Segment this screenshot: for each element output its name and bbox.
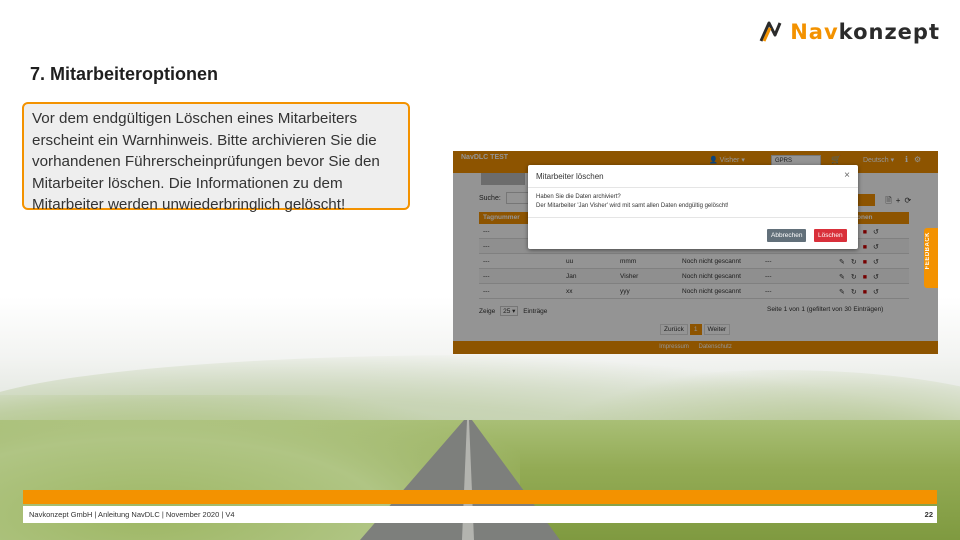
dialog-title: Mitarbeiter löschen xyxy=(536,172,604,181)
dialog-warning: Der Mitarbeiter 'Jan Visher' wird mit sa… xyxy=(536,203,729,209)
logo-icon xyxy=(759,21,782,42)
logo-text-konzept: konzept xyxy=(838,20,940,44)
page-number: 22 xyxy=(924,510,933,519)
dialog-divider xyxy=(528,187,858,188)
feedback-tab[interactable]: FEEDBACK xyxy=(924,228,938,288)
footer: Navkonzept GmbH | Anleitung NavDLC | Nov… xyxy=(23,506,937,523)
feedback-label: FEEDBACK xyxy=(925,232,931,270)
app-screenshot: NavDLC TEST 👤 Visher ▾ GPRS 🛒 Deutsch ▾ … xyxy=(453,151,938,354)
close-icon[interactable]: × xyxy=(844,170,850,181)
footer-text: Navkonzept GmbH | Anleitung NavDLC | Nov… xyxy=(29,510,235,519)
navkonzept-logo: Navkonzept xyxy=(758,20,940,44)
logo-text-nav: Nav xyxy=(790,20,839,44)
delete-button[interactable]: Löschen xyxy=(814,229,847,242)
info-box: Vor dem endgültigen Löschen eines Mitarb… xyxy=(22,102,410,213)
delete-employee-dialog: Mitarbeiter löschen × Haben Sie die Date… xyxy=(528,165,858,249)
page-title: 7. Mitarbeiteroptionen xyxy=(30,64,219,84)
dialog-question: Haben Sie die Daten archiviert? xyxy=(536,194,621,200)
cancel-button[interactable]: Abbrechen xyxy=(767,229,807,242)
footer-accent-bar xyxy=(23,490,937,504)
dialog-divider xyxy=(528,217,858,218)
